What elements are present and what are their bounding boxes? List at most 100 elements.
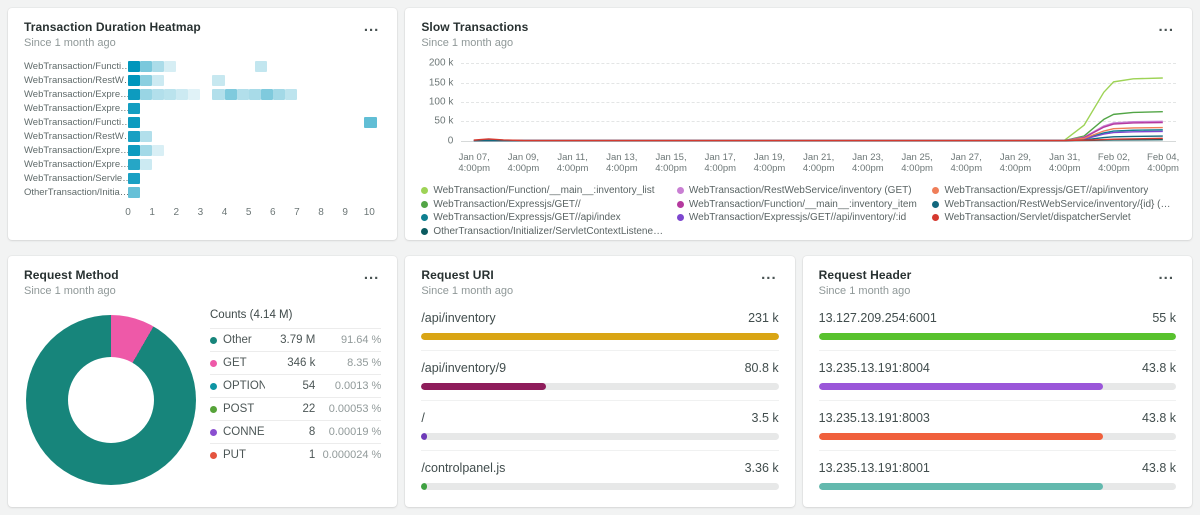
heatmap-cell[interactable] [285,89,297,100]
heatmap-cell[interactable] [128,103,140,114]
method-count: 22 [271,403,315,415]
heatmap-cell[interactable] [128,145,140,156]
facet-label: 13.235.13.191:8003 [819,411,930,425]
facet-label-row: /api/inventory231 k [421,311,778,325]
heatmap-chart: WebTransaction/Functi… WebTransaction/Res… [24,59,381,221]
heatmap-cell[interactable] [140,75,152,86]
heatmap-row-label: WebTransaction/Functi… [24,117,128,128]
panel-menu-icon[interactable]: ... [1156,268,1176,286]
facet-bar-row[interactable]: /api/inventory/980.8 k [421,350,778,390]
heatmap-cell[interactable] [212,89,224,100]
method-legend-row[interactable]: PUT10.000024 % [210,443,381,466]
legend-item[interactable]: OtherTransaction/Initializer/ServletCont… [421,225,665,239]
x-tick-date: Jan 27, [950,152,982,163]
facet-label: 13.235.13.191:8004 [819,361,930,375]
heatmap-cell[interactable] [128,89,140,100]
legend-item[interactable]: WebTransaction/Expressjs/GET//api/invent… [677,211,921,225]
heatmap-rows: WebTransaction/Functi… WebTransaction/Res… [24,59,381,199]
heatmap-x-tick-label: 0 [125,207,131,218]
legend-item[interactable]: WebTransaction/Servlet/dispatcherServlet [932,211,1176,225]
facet-label-row: 13.127.209.254:600155 k [819,311,1176,325]
heatmap-row-cells [128,102,381,114]
y-axis-labels: 200 k150 k100 k50 k0 [421,59,461,145]
x-tick-date: Jan 11, [557,152,589,163]
heatmap-cell[interactable] [128,173,140,184]
method-legend-row[interactable]: OPTIONS540.0013 % [210,374,381,397]
heatmap-cell[interactable] [249,89,261,100]
heatmap-cell[interactable] [128,187,140,198]
heatmap-row-label: WebTransaction/Servle… [24,173,128,184]
heatmap-cell[interactable] [140,159,152,170]
line-series [474,123,1163,141]
method-legend-row[interactable]: CONNECT80.00019 % [210,420,381,443]
method-name: PUT [223,449,265,461]
heatmap-cell[interactable] [364,117,376,128]
legend-column: WebTransaction/Expressjs/GET//api/invent… [932,184,1176,238]
facet-label-row: /3.5 k [421,411,778,425]
facet-bar-row[interactable]: /3.5 k [421,400,778,440]
facet-bar-row[interactable]: 13.235.13.191:8004 43.8 k [819,350,1176,390]
heatmap-cell[interactable] [128,61,140,72]
method-legend-row[interactable]: GET346 k8.35 % [210,351,381,374]
heatmap-row-cells [128,144,381,156]
x-tick-time: 4:00pm [458,163,490,174]
y-axis-tick-label: 200 k [429,58,453,69]
heatmap-cell[interactable] [188,89,200,100]
heatmap-cell[interactable] [128,117,140,128]
panel-menu-icon[interactable]: ... [759,268,779,286]
heatmap-cell[interactable] [128,75,140,86]
heatmap-row-label: WebTransaction/Expre… [24,159,128,170]
method-legend-row[interactable]: Other3.79 M91.64 % [210,328,381,351]
facet-bar-row[interactable]: /api/inventory231 k [421,301,778,340]
panel-menu-icon[interactable]: ... [362,268,382,286]
heatmap-cell[interactable] [152,145,164,156]
facet-value: 43.8 k [1142,361,1176,375]
heatmap-cell[interactable] [164,61,176,72]
heatmap-x-tick-label: 10 [364,207,375,218]
heatmap-cell[interactable] [140,61,152,72]
panel-menu-icon[interactable]: ... [1156,20,1176,38]
heatmap-row: WebTransaction/Expre… [24,101,381,115]
legend-label: WebTransaction/Expressjs/GET//api/index [433,212,620,223]
facet-label-row: /api/inventory/980.8 k [421,361,778,375]
panel-menu-icon[interactable]: ... [362,20,382,38]
heatmap-cell[interactable] [140,131,152,142]
facet-label-row: 13.235.13.191:8004 43.8 k [819,361,1176,375]
donut-chart[interactable] [26,315,196,485]
facet-bar-row[interactable]: /controlpanel.js3.36 k [421,450,778,490]
line-series [474,121,1163,140]
heatmap-cell[interactable] [140,89,152,100]
heatmap-cell[interactable] [152,89,164,100]
heatmap-cell[interactable] [237,89,249,100]
facet-value: 3.5 k [752,411,779,425]
heatmap-cell[interactable] [152,75,164,86]
legend-item[interactable]: WebTransaction/RestWebService/inventory … [677,184,921,198]
heatmap-cell[interactable] [152,61,164,72]
heatmap-cell[interactable] [164,89,176,100]
method-legend-row[interactable]: POST220.00053 % [210,397,381,420]
x-tick-date: Jan 25, [901,152,933,163]
facet-bar-row[interactable]: 13.235.13.191:800343.8 k [819,400,1176,440]
heatmap-cell[interactable] [261,89,273,100]
heatmap-row: WebTransaction/RestW… [24,73,381,87]
heatmap-cell[interactable] [140,145,152,156]
facet-value: 3.36 k [745,461,779,475]
heatmap-cell[interactable] [176,89,188,100]
facet-bar-row[interactable]: 13.235.13.191:800143.8 k [819,450,1176,490]
heatmap-cell[interactable] [128,131,140,142]
heatmap-row-cells [128,172,381,184]
legend-item[interactable]: WebTransaction/Function/__main__:invento… [677,198,921,212]
legend-item[interactable]: WebTransaction/Function/__main__:invento… [421,184,665,198]
legend-item[interactable]: WebTransaction/Expressjs/GET//api/invent… [932,184,1176,198]
facet-bar-row[interactable]: 13.127.209.254:600155 k [819,301,1176,340]
legend-item[interactable]: WebTransaction/Expressjs/GET//api/index [421,211,665,225]
heatmap-cell[interactable] [212,75,224,86]
heatmap-cell[interactable] [255,61,267,72]
heatmap-cell[interactable] [273,89,285,100]
heatmap-cell[interactable] [225,89,237,100]
heatmap-row: WebTransaction/Expre… [24,87,381,101]
legend-item[interactable]: WebTransaction/Expressjs/GET// [421,198,665,212]
heatmap-cell[interactable] [128,159,140,170]
facet-bar-track [819,383,1176,390]
legend-item[interactable]: WebTransaction/RestWebService/inventory/… [932,198,1176,212]
